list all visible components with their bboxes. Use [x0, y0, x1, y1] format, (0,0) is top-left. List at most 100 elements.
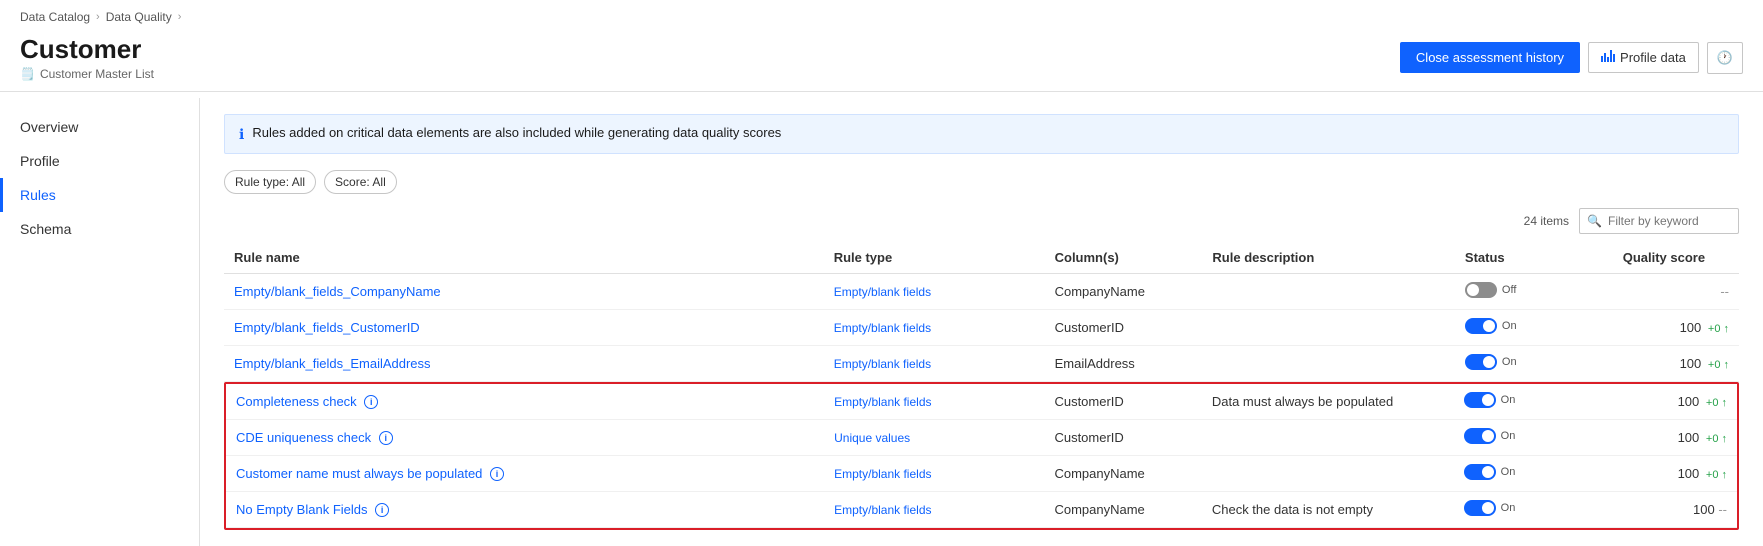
- filter-score[interactable]: Score: All: [324, 170, 397, 194]
- col-header-columns: Column(s): [1045, 242, 1203, 274]
- score-delta: --: [1718, 502, 1727, 517]
- col-header-rule-name: Rule name: [224, 242, 824, 274]
- rule-name-cell: Customer name must always be populated i: [226, 456, 824, 492]
- score-delta: +0 ↑: [1706, 469, 1727, 481]
- toggle-track[interactable]: [1464, 464, 1496, 480]
- table-row: Empty/blank_fields_EmailAddress Empty/bl…: [224, 346, 1739, 382]
- score-cell: --: [1613, 274, 1739, 310]
- toggle-track[interactable]: [1464, 500, 1496, 516]
- rule-type-cell: Empty/blank fields: [824, 492, 1044, 528]
- filter-rule-type[interactable]: Rule type: All: [224, 170, 316, 194]
- score-cell: 100 +0 ↑: [1613, 310, 1739, 346]
- rule-name-cell: Empty/blank_fields_CompanyName: [224, 274, 824, 310]
- profile-data-label: Profile data: [1620, 50, 1686, 65]
- score-delta: +0 ↑: [1708, 323, 1729, 335]
- rule-link[interactable]: Empty/blank_fields_CustomerID: [234, 320, 420, 335]
- status-cell: Off: [1455, 274, 1613, 310]
- toggle-label: On: [1502, 320, 1517, 332]
- rule-link[interactable]: Completeness check: [236, 394, 357, 409]
- info-circle-icon[interactable]: i: [490, 467, 504, 481]
- clock-icon: 🕐: [1717, 50, 1733, 65]
- highlighted-table-row: CDE uniqueness check i Unique values Cus…: [226, 420, 1737, 456]
- history-button[interactable]: 🕐: [1707, 42, 1743, 74]
- score-cell: 100 --: [1611, 492, 1737, 528]
- toggle-track[interactable]: [1465, 318, 1497, 334]
- toggle-wrap: On: [1464, 500, 1516, 516]
- status-cell: On: [1455, 346, 1613, 382]
- header-actions: Close assessment history Profile data 🕐: [1400, 42, 1743, 74]
- highlighted-table-row: Completeness check i Empty/blank fields …: [226, 384, 1737, 420]
- toggle-wrap: On: [1464, 392, 1516, 408]
- sidebar-item-profile[interactable]: Profile: [0, 144, 199, 178]
- sidebar-item-overview[interactable]: Overview: [0, 110, 199, 144]
- rule-name-cell: Completeness check i: [226, 384, 824, 420]
- main-content: ℹ Rules added on critical data elements …: [200, 98, 1763, 546]
- toggle-track[interactable]: [1464, 428, 1496, 444]
- toggle-track[interactable]: [1465, 354, 1497, 370]
- score-delta: +0 ↑: [1706, 397, 1727, 409]
- bar-chart-icon: [1601, 50, 1615, 65]
- rule-type-cell: Unique values: [824, 420, 1044, 456]
- toggle-wrap: Off: [1465, 282, 1516, 298]
- toggle-track[interactable]: [1465, 282, 1497, 298]
- profile-data-button[interactable]: Profile data: [1588, 42, 1699, 73]
- info-banner: ℹ Rules added on critical data elements …: [224, 114, 1739, 154]
- main-layout: Overview Profile Rules Schema ℹ Rules ad…: [0, 98, 1763, 546]
- table-row: Empty/blank_fields_CompanyName Empty/bla…: [224, 274, 1739, 310]
- rule-link[interactable]: No Empty Blank Fields: [236, 502, 368, 517]
- rule-desc-cell: [1202, 456, 1454, 492]
- rules-table: Rule name Rule type Column(s) Rule descr…: [224, 242, 1739, 382]
- page-subtitle: 🗒️ Customer Master List: [20, 67, 154, 81]
- subtitle-icon: 🗒️: [20, 67, 35, 81]
- columns-cell: CompanyName: [1044, 492, 1201, 528]
- columns-cell: CompanyName: [1045, 274, 1203, 310]
- table-header-row: Rule name Rule type Column(s) Rule descr…: [224, 242, 1739, 274]
- page-title-area: Customer 🗒️ Customer Master List: [20, 34, 154, 81]
- columns-cell: CustomerID: [1045, 310, 1203, 346]
- rule-desc-cell: [1202, 274, 1454, 310]
- rule-name-cell: CDE uniqueness check i: [226, 420, 824, 456]
- toggle-track[interactable]: [1464, 392, 1496, 408]
- rule-link[interactable]: Empty/blank_fields_EmailAddress: [234, 356, 431, 371]
- page-header: Customer 🗒️ Customer Master List Close a…: [0, 28, 1763, 85]
- rule-name-cell: Empty/blank_fields_CustomerID: [224, 310, 824, 346]
- info-circle-icon[interactable]: i: [379, 431, 393, 445]
- sidebar-item-schema[interactable]: Schema: [0, 212, 199, 246]
- col-header-rule-desc: Rule description: [1202, 242, 1454, 274]
- score-value: 100: [1678, 466, 1700, 481]
- close-assessment-button[interactable]: Close assessment history: [1400, 42, 1580, 73]
- highlighted-rules-table: Completeness check i Empty/blank fields …: [226, 384, 1737, 528]
- rule-link[interactable]: CDE uniqueness check: [236, 430, 371, 445]
- highlighted-table-row: Customer name must always be populated i…: [226, 456, 1737, 492]
- search-wrap: 🔍: [1579, 208, 1739, 234]
- rule-link[interactable]: Empty/blank_fields_CompanyName: [234, 284, 441, 299]
- table-controls: 24 items 🔍: [224, 208, 1739, 234]
- info-circle-icon[interactable]: i: [364, 395, 378, 409]
- breadcrumb-data-catalog[interactable]: Data Catalog: [20, 10, 90, 24]
- rule-type-cell: Empty/blank fields: [824, 456, 1044, 492]
- rule-desc-cell: [1202, 310, 1454, 346]
- score-cell: 100 +0 ↑: [1613, 346, 1739, 382]
- info-circle-icon[interactable]: i: [375, 503, 389, 517]
- status-cell: On: [1454, 384, 1611, 420]
- score-cell: 100 +0 ↑: [1611, 420, 1737, 456]
- score-value: 100: [1678, 430, 1700, 445]
- breadcrumb-data-quality[interactable]: Data Quality: [106, 10, 172, 24]
- sidebar: Overview Profile Rules Schema: [0, 98, 200, 546]
- sidebar-item-rules[interactable]: Rules: [0, 178, 199, 212]
- subtitle-text: Customer Master List: [40, 67, 154, 81]
- filters-row: Rule type: All Score: All: [224, 170, 1739, 194]
- score-delta: +0 ↑: [1706, 433, 1727, 445]
- status-cell: On: [1454, 456, 1611, 492]
- toggle-label: Off: [1502, 284, 1516, 296]
- rule-desc-cell: Check the data is not empty: [1202, 492, 1454, 528]
- status-cell: On: [1454, 420, 1611, 456]
- col-header-quality-score: Quality score: [1613, 242, 1739, 274]
- status-cell: On: [1454, 492, 1611, 528]
- toggle-wrap: On: [1465, 354, 1517, 370]
- breadcrumb: Data Catalog › Data Quality ›: [0, 0, 1763, 28]
- rule-name-cell: No Empty Blank Fields i: [226, 492, 824, 528]
- toggle-label: On: [1501, 430, 1516, 442]
- rule-link[interactable]: Customer name must always be populated: [236, 466, 482, 481]
- search-input[interactable]: [1579, 208, 1739, 234]
